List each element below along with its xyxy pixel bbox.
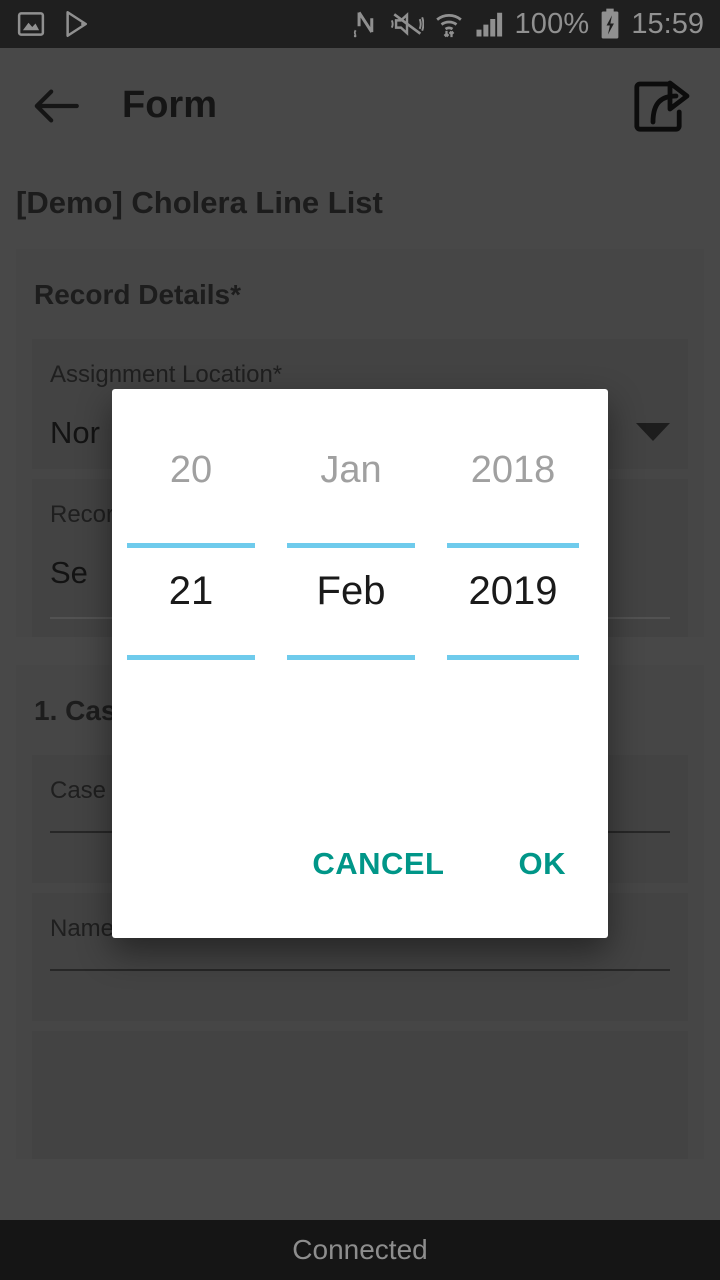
year-selected-value[interactable]: 2019 [447,569,579,614]
month-divider-bottom [287,655,415,660]
connection-status-bar: Connected [0,1220,720,1280]
month-divider-top [287,543,415,548]
day-divider-top [127,543,255,548]
phone-screen: 100% 15:59 Form [Demo] Cholera Line List… [0,0,720,1280]
year-spinner[interactable]: 2018 2019 [447,389,579,699]
day-spinner[interactable]: 20 21 [127,389,255,699]
connection-status-label: Connected [292,1234,428,1265]
day-selected-value[interactable]: 21 [127,569,255,614]
date-picker-dialog: 20 21 Jan Feb 2018 2019 CANCEL OK [112,389,608,938]
month-selected-value[interactable]: Feb [287,569,415,614]
date-picker-spinners: 20 21 Jan Feb 2018 2019 [112,389,608,699]
dialog-action-row: CANCEL OK [112,836,608,938]
day-divider-bottom [127,655,255,660]
day-previous-value[interactable]: 20 [127,449,255,492]
cancel-button[interactable]: CANCEL [300,836,456,892]
year-divider-bottom [447,655,579,660]
month-previous-value[interactable]: Jan [287,449,415,492]
ok-button[interactable]: OK [507,836,579,892]
year-previous-value[interactable]: 2018 [447,449,579,492]
month-spinner[interactable]: Jan Feb [287,389,415,699]
year-divider-top [447,543,579,548]
